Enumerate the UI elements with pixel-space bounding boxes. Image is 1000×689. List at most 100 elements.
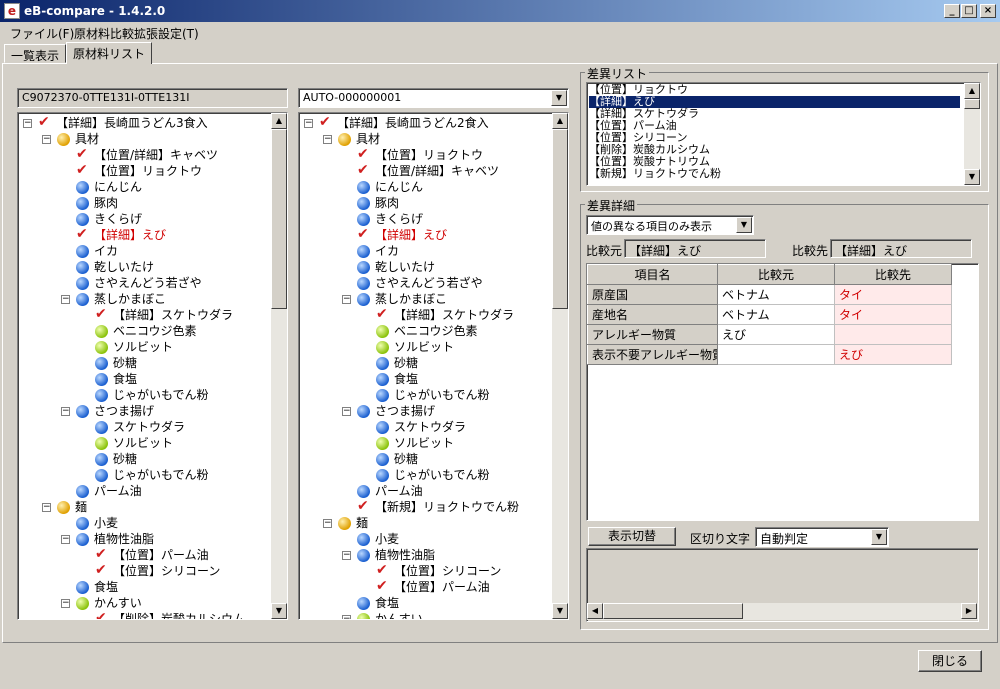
right-product-combo[interactable]: AUTO-000000001 ▼ (298, 88, 569, 108)
tab-ingredient-list[interactable]: 原材料リスト (66, 42, 153, 64)
tree-expander-icon[interactable]: − (61, 599, 70, 608)
blue-ball-icon (76, 517, 89, 530)
minimize-button[interactable]: _ (944, 4, 960, 18)
blue-ball-icon (76, 277, 89, 290)
output-area[interactable]: ◀ ▶ (586, 548, 979, 622)
tree-node-label: 砂糖 (394, 356, 419, 370)
scroll-down-icon[interactable]: ▼ (552, 603, 568, 619)
green-ball-icon (357, 613, 370, 619)
blue-ball-icon (357, 405, 370, 418)
tree-expander-icon[interactable]: − (61, 535, 70, 544)
tree-node-label: 【位置】リョクトウ (94, 164, 203, 178)
diff-list-box[interactable]: ▲ ▼ 【位置】リョクトウ 【詳細】えび 【詳細】スケトウダラ 【位置】パーム油 【位置… (586, 82, 981, 186)
menu-file[interactable]: ファイル(F) (10, 25, 74, 42)
tree-expander-icon[interactable]: − (323, 135, 332, 144)
blue-ball-icon (76, 293, 89, 306)
tree-node-label: じゃがいもでん粉 (113, 388, 209, 402)
left-tree-scrollbar[interactable]: ▲ ▼ (271, 113, 287, 619)
display-toggle-button[interactable]: 表示切替 (588, 527, 676, 546)
scroll-thumb[interactable] (552, 129, 568, 309)
delimiter-combo[interactable]: 自動判定 ▼ (755, 527, 889, 547)
chevron-down-icon[interactable]: ▼ (871, 529, 887, 545)
scroll-thumb[interactable] (964, 99, 980, 109)
check-mark-icon: ✔ (357, 226, 369, 242)
tree-expander-icon[interactable]: − (323, 519, 332, 528)
tree-node-label: にんじん (375, 180, 424, 194)
scroll-down-icon[interactable]: ▼ (271, 603, 287, 619)
table-row[interactable]: 表示不要アレルギー物質 えび (587, 344, 952, 365)
close-window-button[interactable]: × (980, 4, 996, 18)
tree-node-label: 【詳細】えび (375, 228, 448, 242)
tree-node-label: 【詳細】えび (94, 228, 167, 242)
diff-detail-grid[interactable]: 項目名 比較元 比較先 原産国 ベトナム タイ 産地名 ベトナム タイ アレルギー物質 えび表… (586, 263, 979, 521)
tree-node-label: ソルビット (394, 436, 455, 450)
green-ball-icon (95, 341, 108, 354)
scroll-thumb[interactable] (603, 603, 743, 619)
tree-expander-icon[interactable]: − (61, 295, 70, 304)
scroll-left-icon[interactable]: ◀ (587, 603, 603, 619)
tree-node-label: 【位置/詳細】キャベツ (375, 164, 500, 178)
blue-ball-icon (357, 261, 370, 274)
tree-node-label: 小麦 (94, 516, 119, 530)
table-row[interactable]: アレルギー物質 えび (587, 324, 952, 345)
tree-expander-icon[interactable]: − (42, 135, 51, 144)
tree-node-label: 乾しいたけ (94, 260, 155, 274)
maximize-button[interactable]: □ (961, 4, 977, 18)
column-header-item-name[interactable]: 項目名 (587, 264, 718, 285)
green-ball-icon (95, 437, 108, 450)
right-tree-scrollbar[interactable]: ▲ ▼ (552, 113, 568, 619)
blue-ball-icon (76, 533, 89, 546)
tree-node-label: 豚肉 (375, 196, 400, 210)
tree-expander-icon[interactable]: − (61, 407, 70, 416)
blue-ball-icon (76, 245, 89, 258)
blue-ball-icon (376, 357, 389, 370)
left-ingredient-tree[interactable]: ▲ ▼ ✔ 【詳細】長崎皿うどん3食入 − 具材 − ✔ 【位置/詳細】キャベツ ✔ 【位置】リ… (17, 112, 288, 620)
title-bar[interactable]: e eB-compare - 1.4.2.0 _ □ × (0, 0, 1000, 22)
table-cell-dst: えび (834, 344, 952, 365)
tree-node-label: 【詳細】スケトウダラ (394, 308, 515, 322)
scroll-down-icon[interactable]: ▼ (964, 169, 980, 185)
scroll-up-icon[interactable]: ▲ (271, 113, 287, 129)
tree-expander-icon[interactable]: − (342, 551, 351, 560)
chevron-down-icon[interactable]: ▼ (551, 90, 567, 106)
chevron-down-icon[interactable]: ▼ (736, 217, 752, 233)
tab-list-view[interactable]: 一覧表示 (4, 44, 67, 63)
diff-list-scrollbar[interactable]: ▲ ▼ (964, 83, 980, 185)
tree-expander-icon[interactable]: − (342, 407, 351, 416)
close-button[interactable]: 閉じる (918, 650, 982, 672)
tree-expander-icon[interactable]: − (342, 295, 351, 304)
target-label: 比較先 (792, 244, 829, 258)
tree-node-label: じゃがいもでん粉 (394, 468, 490, 482)
column-header-source[interactable]: 比較元 (717, 264, 835, 285)
right-ingredient-tree[interactable]: ▲ ▼ ✔ 【詳細】長崎皿うどん2食入 − 具材 − ✔ 【位置】リョクトウ ✔ 【位置/詳細】… (298, 112, 569, 620)
table-row[interactable]: 原産国 ベトナム タイ (587, 284, 952, 305)
diff-table: 項目名 比較元 比較先 原産国 ベトナム タイ 産地名 ベトナム タイ アレルギー物質 えび表… (587, 264, 952, 365)
blue-ball-icon (76, 181, 89, 194)
tree-expander-icon[interactable]: − (23, 119, 32, 128)
tree-node-label: きくらげ (94, 212, 143, 226)
scroll-up-icon[interactable]: ▲ (964, 83, 980, 99)
output-hscrollbar[interactable]: ◀ ▶ (587, 603, 978, 620)
tree-node-label: スケトウダラ (394, 420, 467, 434)
table-cell-src: えび (717, 324, 835, 345)
menu-extension-settings[interactable]: 原材料比較拡張設定(T) (74, 25, 199, 42)
table-row[interactable]: 産地名 ベトナム タイ (587, 304, 952, 325)
green-ball-icon (376, 341, 389, 354)
scroll-right-icon[interactable]: ▶ (961, 603, 977, 619)
tree-expander-icon[interactable]: − (42, 503, 51, 512)
scroll-thumb[interactable] (271, 129, 287, 309)
diff-list-item[interactable]: 【新規】リョクトウでん粉 (589, 168, 721, 180)
tree-expander-icon[interactable]: − (342, 615, 351, 619)
filter-combo[interactable]: 値の異なる項目のみ表示 ▼ (586, 215, 754, 235)
scroll-up-icon[interactable]: ▲ (552, 113, 568, 129)
filter-combo-value: 値の異なる項目のみ表示 (591, 220, 712, 233)
diff-detail-title: 差異詳細 (585, 197, 638, 214)
tree-node-label: さやえんどう若ざや (94, 276, 202, 290)
tree-node-label: 具材 (356, 132, 381, 146)
table-cell-dst (834, 324, 952, 345)
tree-node-label: 蒸しかまぼこ (94, 292, 167, 306)
tree-node-label: 食塩 (375, 596, 400, 610)
column-header-target[interactable]: 比較先 (834, 264, 952, 285)
tree-expander-icon[interactable]: − (304, 119, 313, 128)
check-mark-icon: ✔ (95, 546, 107, 562)
